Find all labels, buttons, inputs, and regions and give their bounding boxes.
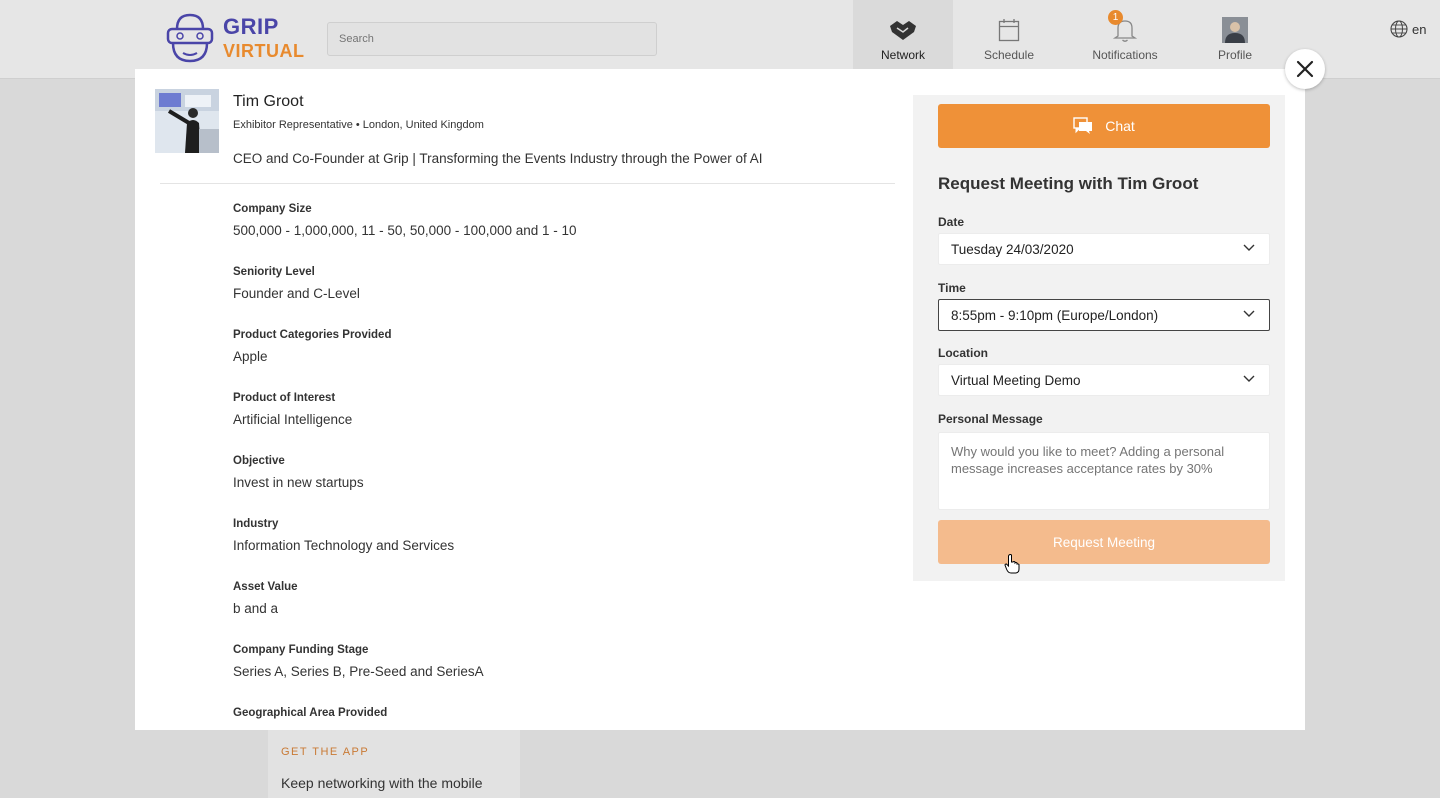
logo-text-grip: GRIP — [223, 14, 279, 39]
nav-network-label: Network — [880, 48, 925, 62]
chevron-down-icon — [1243, 310, 1255, 317]
location-select[interactable]: Virtual Meeting Demo — [938, 364, 1270, 396]
vr-headset-logo-icon — [166, 13, 214, 63]
profile-role-location: Exhibitor Representative • London, Unite… — [233, 119, 484, 131]
time-label: Time — [938, 281, 966, 295]
profile-field: Product of Interest Artificial Intellige… — [233, 392, 577, 455]
notification-count-badge: 1 — [1108, 10, 1123, 25]
profile-field: Objective Invest in new startups — [233, 455, 577, 518]
profile-field: Industry Information Technology and Serv… — [233, 518, 577, 581]
date-select-value: Tuesday 24/03/2020 — [951, 241, 1074, 257]
field-value: Artificial Intelligence — [233, 412, 353, 427]
field-label: Seniority Level — [233, 266, 315, 278]
profile-field: Company Size 500,000 - 1,000,000, 11 - 5… — [233, 203, 577, 266]
request-meeting-panel: Chat Request Meeting with Tim Groot Date… — [913, 95, 1285, 581]
chat-bubbles-icon — [1073, 117, 1093, 135]
field-value: Founder and C-Level — [233, 286, 360, 301]
date-select[interactable]: Tuesday 24/03/2020 — [938, 233, 1270, 265]
field-value: 500,000 - 1,000,000, 11 - 50, 50,000 - 1… — [233, 223, 577, 238]
field-label: Industry — [233, 518, 279, 530]
close-modal-button[interactable] — [1285, 49, 1325, 89]
field-label: Product of Interest — [233, 392, 336, 404]
request-meeting-title: Request Meeting with Tim Groot — [938, 174, 1199, 193]
date-label: Date — [938, 215, 965, 229]
nav-notifications-label: Notifications — [1092, 48, 1158, 62]
logo-text-virtual: VIRTUAL — [223, 41, 305, 61]
field-label: Product Categories Provided — [233, 329, 392, 341]
nav-profile-label: Profile — [1217, 48, 1252, 62]
section-divider — [160, 183, 895, 184]
field-value: Series A, Series B, Pre-Seed and SeriesA — [233, 664, 484, 679]
chat-button-label: Chat — [1105, 118, 1135, 134]
field-value: b and a — [233, 601, 279, 616]
profile-photo — [155, 89, 219, 153]
profile-field: Seniority Level Founder and C-Level — [233, 266, 577, 329]
location-label: Location — [938, 346, 988, 360]
bell-icon: 1 — [1108, 10, 1138, 44]
nav-network[interactable]: Network — [853, 0, 953, 78]
profile-field: Asset Value b and a — [233, 581, 577, 644]
field-value: Information Technology and Services — [233, 538, 455, 553]
time-select-value: 8:55pm - 9:10pm (Europe/London) — [951, 307, 1159, 323]
get-app-text: Keep networking with the mobile — [281, 775, 483, 791]
field-label: Asset Value — [233, 581, 298, 593]
language-label: en — [1412, 21, 1427, 37]
nav-profile[interactable]: Profile — [1185, 0, 1285, 78]
language-selector[interactable]: en — [1390, 20, 1426, 38]
top-navigation-bar: GRIP VIRTUAL Network Schedule — [0, 0, 1440, 79]
profile-avatar-icon — [1222, 16, 1248, 44]
field-label: Company Funding Stage — [233, 644, 369, 656]
search-input[interactable] — [327, 22, 657, 56]
profile-field: Geographical Area Provided — [233, 707, 577, 730]
request-meeting-button[interactable]: Request Meeting — [938, 520, 1270, 564]
personal-message-label: Personal Message — [938, 412, 1043, 426]
profile-modal: Tim Groot Exhibitor Representative • Lon… — [135, 69, 1305, 730]
field-value: Apple — [233, 349, 268, 364]
profile-headline: CEO and Co-Founder at Grip | Transformin… — [233, 151, 763, 166]
profile-field: Company Funding Stage Series A, Series B… — [233, 644, 577, 707]
profile-fields: Company Size 500,000 - 1,000,000, 11 - 5… — [233, 203, 577, 730]
personal-message-textarea[interactable] — [938, 432, 1270, 510]
chevron-down-icon — [1243, 244, 1255, 251]
profile-field: Product Categories Provided Apple — [233, 329, 577, 392]
profile-name: Tim Groot — [233, 93, 304, 110]
grip-virtual-logo[interactable]: GRIP VIRTUAL — [165, 11, 305, 65]
calendar-icon — [998, 16, 1020, 44]
field-label: Objective — [233, 455, 285, 467]
nav-schedule-label: Schedule — [983, 48, 1035, 62]
field-value: Invest in new startups — [233, 475, 364, 490]
close-icon — [1296, 60, 1314, 78]
field-label: Geographical Area Provided — [233, 707, 388, 719]
hand-pointer-cursor-icon — [1004, 554, 1020, 574]
location-select-value: Virtual Meeting Demo — [951, 372, 1081, 388]
nav-notifications[interactable]: 1 Notifications — [1075, 0, 1175, 78]
nav-schedule[interactable]: Schedule — [959, 0, 1059, 78]
globe-icon — [1390, 20, 1408, 38]
chat-button[interactable]: Chat — [938, 104, 1270, 148]
time-select[interactable]: 8:55pm - 9:10pm (Europe/London) — [938, 299, 1270, 331]
get-app-title: GET THE APP — [281, 746, 370, 758]
handshake-icon — [888, 16, 918, 44]
chevron-down-icon — [1243, 375, 1255, 382]
field-label: Company Size — [233, 203, 312, 215]
get-the-app-card: GET THE APP Keep networking with the mob… — [268, 730, 520, 798]
